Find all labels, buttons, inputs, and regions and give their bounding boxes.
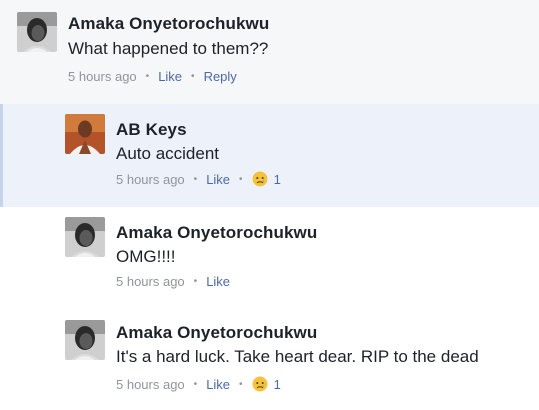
comment-author[interactable]: Amaka Onyetorochukwu [116,223,317,243]
sad-face-icon [252,171,268,187]
comment: Amaka Onyetorochukwu What happened to th… [0,0,539,100]
comment-timestamp[interactable]: 5 hours ago [116,377,185,392]
like-link[interactable]: Like [206,377,230,392]
avatar[interactable] [65,217,105,257]
separator-dot: • [193,173,198,185]
separator-dot: • [193,276,198,287]
comment-author[interactable]: Amaka Onyetorochukwu [68,14,269,34]
comment-meta: 5 hours ago • Like • 1 [116,376,281,392]
comment-text: OMG!!!! [116,247,176,266]
separator-dot: • [191,71,195,82]
comment-author[interactable]: Amaka Onyetorochukwu [116,323,317,343]
like-link[interactable]: Like [158,69,182,84]
comment-text: It's a hard luck. Take heart dear. RIP t… [116,347,479,366]
comment-text: What happened to them?? [68,39,269,58]
avatar[interactable] [65,320,105,360]
avatar[interactable] [65,114,105,154]
comment-timestamp[interactable]: 5 hours ago [116,274,185,289]
reaction-count: 1 [273,171,281,187]
reaction-summary[interactable]: 1 [252,171,281,187]
avatar[interactable] [17,12,57,52]
comment-timestamp[interactable]: 5 hours ago [68,69,137,84]
comment-meta: 5 hours ago • Like [116,274,230,289]
reaction-summary[interactable]: 1 [252,376,281,392]
like-link[interactable]: Like [206,274,230,289]
reaction-count: 1 [273,376,281,392]
separator-dot: • [193,378,198,390]
comment-timestamp[interactable]: 5 hours ago [116,172,185,187]
like-link[interactable]: Like [206,172,230,187]
reply-comment: Amaka Onyetorochukwu It's a hard luck. T… [0,310,539,410]
comment-meta: 5 hours ago • Like • Reply [68,69,237,84]
separator-dot: • [145,71,150,82]
comment-text: Auto accident [116,144,220,163]
reply-comment: AB Keys Auto accident 5 hours ago • Like… [0,104,539,207]
comment-thread: Amaka Onyetorochukwu What happened to th… [0,0,539,410]
separator-dot: • [239,378,243,390]
separator-dot: • [239,173,243,185]
sad-face-icon [252,376,268,392]
comment-meta: 5 hours ago • Like • 1 [116,171,281,187]
reply-comment: Amaka Onyetorochukwu OMG!!!! 5 hours ago… [0,207,539,310]
reply-link[interactable]: Reply [204,69,237,84]
comment-author[interactable]: AB Keys [116,120,187,140]
